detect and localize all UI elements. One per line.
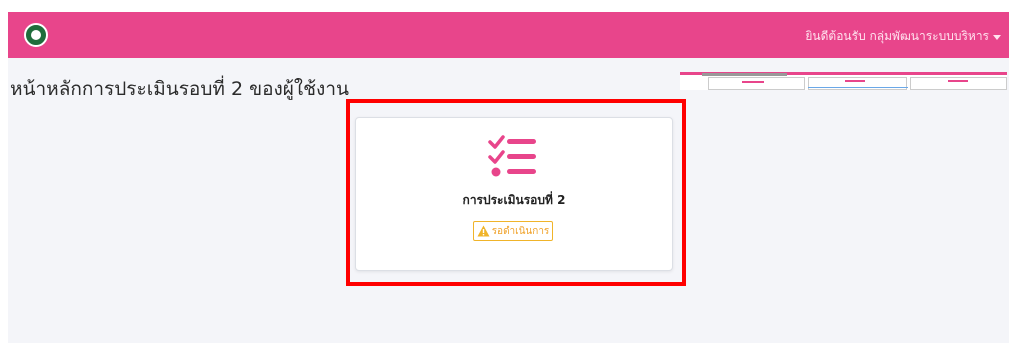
top-navbar: ยินดีต้อนรับ กลุ่มพัฒนาระบบบริหาร [8, 12, 1009, 58]
caret-down-icon [993, 34, 1001, 40]
app-window: ยินดีต้อนรับ กลุ่มพัฒนาระบบบริหาร หน้าหล… [8, 12, 1009, 343]
user-menu-label: ยินดีต้อนรับ กลุ่มพัฒนาระบบบริหาร [805, 29, 989, 43]
preview-card [910, 77, 1007, 90]
checklist-icon [488, 135, 536, 177]
logo-center [31, 30, 41, 40]
status-label: รอดำเนินการ [491, 225, 550, 237]
card-title: การประเมินรอบที่ 2 [462, 193, 566, 207]
warning-icon [477, 225, 490, 237]
status-badge[interactable]: รอดำเนินการ [473, 221, 553, 241]
preview-line [808, 87, 908, 88]
user-menu-dropdown[interactable]: ยินดีต้อนรับ กลุ่มพัฒนาระบบบริหาร [805, 27, 1001, 46]
preview-mark [948, 80, 968, 82]
page-preview-thumbnail [680, 72, 1007, 90]
evaluation-round-card[interactable]: การประเมินรอบที่ 2 รอดำเนินการ [355, 117, 673, 271]
preview-card [808, 77, 907, 90]
preview-mark [845, 80, 865, 82]
preview-card [708, 77, 805, 90]
ministry-seal-icon[interactable] [24, 23, 48, 47]
preview-title [702, 73, 787, 76]
page-title: หน้าหลักการประเมินรอบที่ 2 ของผู้ใช้งาน [10, 78, 349, 100]
preview-mark [742, 81, 764, 83]
